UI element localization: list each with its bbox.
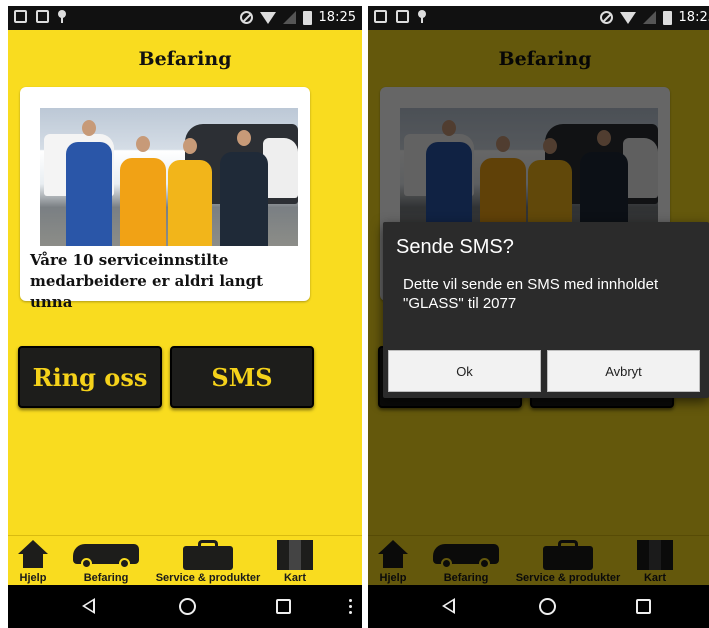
ok-button[interactable]: Ok bbox=[388, 350, 541, 392]
team-card: Våre 10 serviceinnstilte medarbeidere er… bbox=[20, 87, 310, 311]
signal-icon bbox=[642, 11, 656, 24]
sms-confirm-dialog: Sende SMS? Dette vil sende en SMS med in… bbox=[383, 222, 709, 398]
image-notification-icon bbox=[374, 10, 387, 23]
wifi-icon bbox=[619, 11, 636, 24]
tab-kart[interactable]: Kart bbox=[270, 536, 320, 586]
tab-label: Kart bbox=[283, 572, 306, 584]
dialog-buttons: Ok Avbryt bbox=[383, 346, 709, 396]
page-title: Befaring bbox=[138, 48, 232, 70]
status-bar: 18:25 bbox=[8, 6, 362, 30]
tab-hjelp[interactable]: Hjelp bbox=[8, 536, 58, 586]
bottom-tab-bar: Hjelp Befaring Service & produkter K bbox=[8, 535, 362, 585]
toolbox-icon bbox=[183, 540, 233, 570]
status-time: 18:25 bbox=[678, 10, 709, 25]
phone-screen-dialog: 18:25 Befaring Våre 10 serviceinnstilte … bbox=[368, 6, 709, 628]
do-not-disturb-icon bbox=[239, 11, 253, 24]
team-photo bbox=[40, 108, 298, 246]
signal-icon bbox=[282, 11, 296, 24]
home-circle-icon[interactable] bbox=[539, 598, 556, 615]
overflow-menu-icon[interactable] bbox=[349, 599, 352, 614]
do-not-disturb-icon bbox=[599, 11, 613, 24]
photo-notification-icon bbox=[36, 10, 49, 23]
location-pin-icon bbox=[418, 10, 426, 23]
recent-apps-icon[interactable] bbox=[636, 599, 651, 614]
status-time: 18:25 bbox=[318, 10, 356, 25]
image-notification-icon bbox=[14, 10, 27, 23]
photo-notification-icon bbox=[396, 10, 409, 23]
tab-label: Hjelp bbox=[19, 572, 47, 584]
back-icon[interactable] bbox=[442, 598, 455, 614]
tab-befaring[interactable]: Befaring bbox=[64, 536, 148, 586]
home-icon bbox=[18, 540, 48, 568]
home-circle-icon[interactable] bbox=[179, 598, 196, 615]
recent-apps-icon[interactable] bbox=[276, 599, 291, 614]
phone-screen-main: 18:25 Befaring Våre 10 serviceinnstilte … bbox=[8, 6, 362, 628]
tab-label: Service & produkter bbox=[155, 572, 261, 584]
ring-us-button[interactable]: Ring oss bbox=[18, 346, 162, 408]
sms-button[interactable]: SMS bbox=[170, 346, 314, 408]
app-screen: Befaring Våre 10 serviceinnstilte medarb… bbox=[8, 30, 362, 585]
back-icon[interactable] bbox=[82, 598, 95, 614]
battery-icon bbox=[302, 10, 312, 25]
map-icon bbox=[277, 540, 313, 570]
battery-icon bbox=[662, 10, 672, 25]
card-caption: Våre 10 serviceinnstilte medarbeidere er… bbox=[30, 251, 264, 311]
van-icon bbox=[73, 540, 139, 569]
system-nav-bar bbox=[368, 585, 709, 628]
wifi-icon bbox=[259, 11, 276, 24]
dialog-title: Sende SMS? bbox=[396, 236, 514, 258]
dialog-message: Dette vil sende en SMS med innholdet "GL… bbox=[403, 276, 659, 312]
system-nav-bar bbox=[8, 585, 362, 628]
cancel-button[interactable]: Avbryt bbox=[547, 350, 700, 392]
location-pin-icon bbox=[58, 10, 66, 23]
tab-service-produkter[interactable]: Service & produkter bbox=[148, 536, 268, 586]
tab-label: Befaring bbox=[83, 572, 129, 584]
status-bar: 18:25 bbox=[368, 6, 709, 30]
